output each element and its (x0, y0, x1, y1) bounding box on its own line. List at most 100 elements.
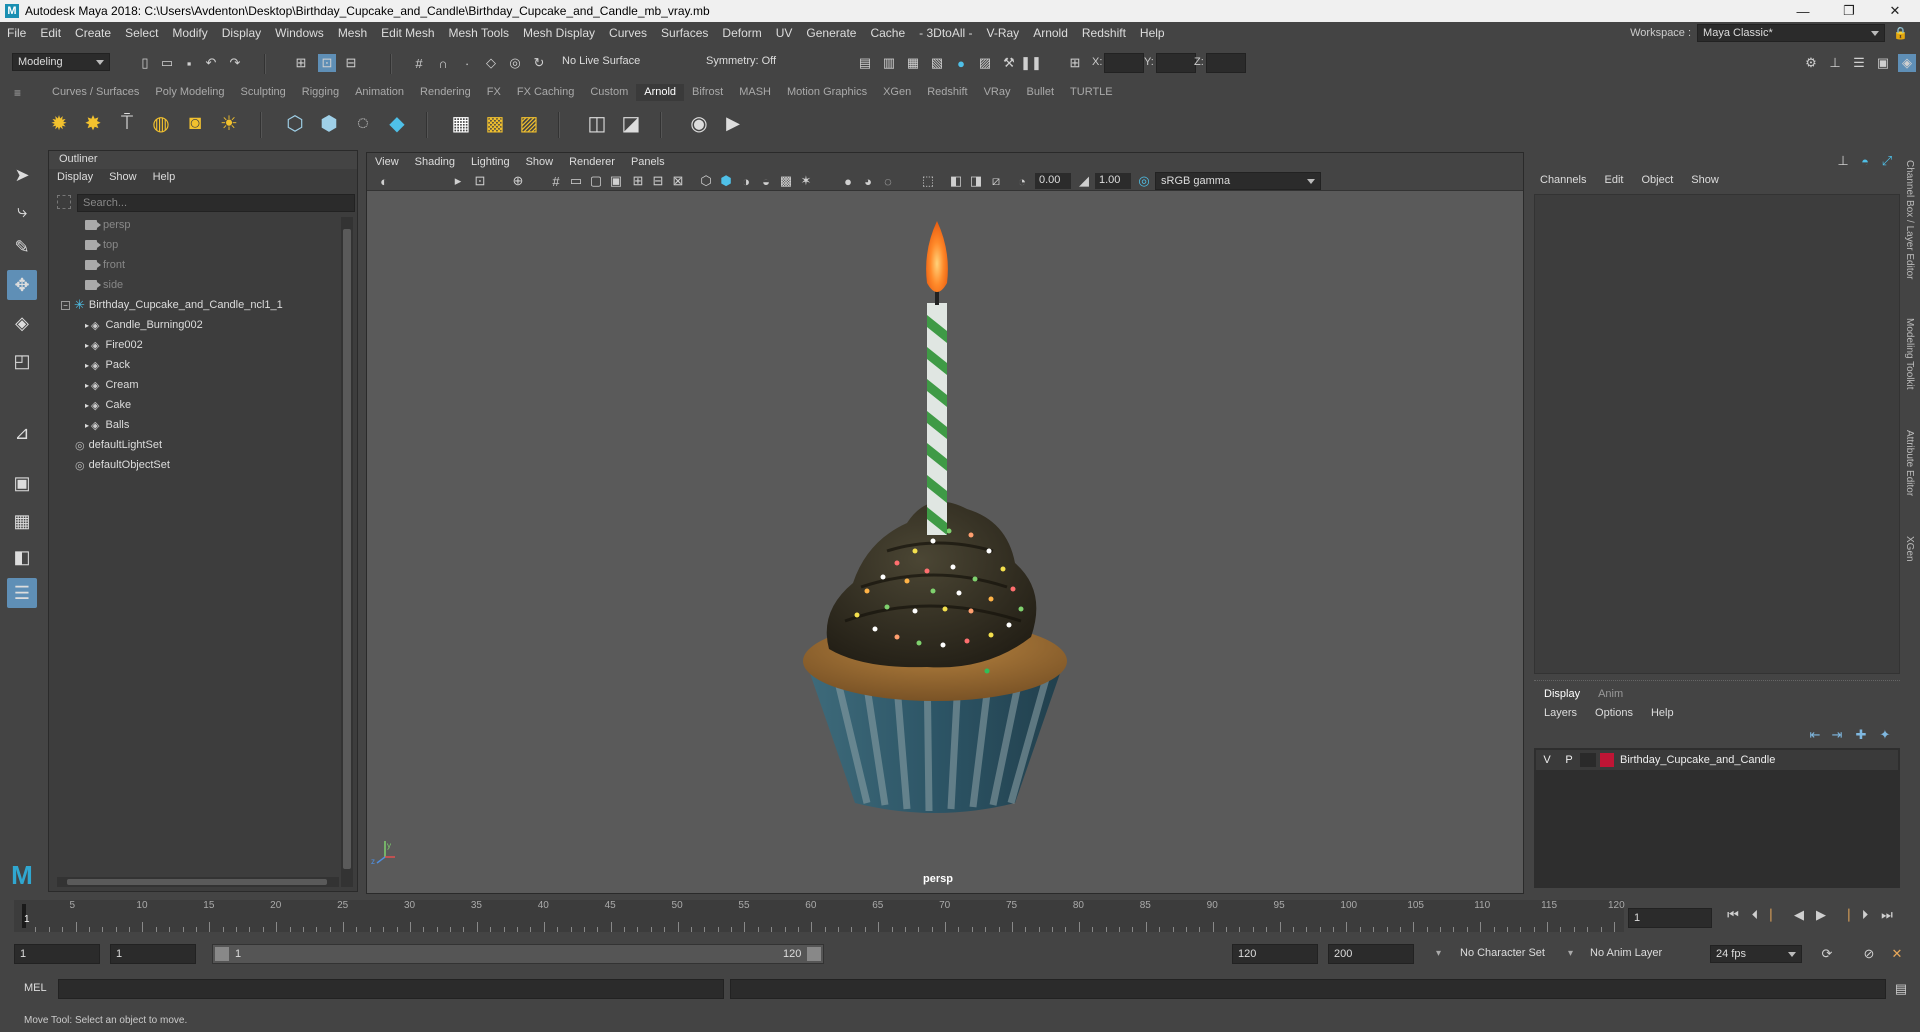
range-slider[interactable]: 1 120 (212, 944, 824, 964)
grid-icon[interactable]: # (547, 172, 565, 190)
cb-menu-show[interactable]: Show (1691, 174, 1719, 186)
live-surface-field[interactable]: No Live Surface (562, 55, 640, 67)
paint-select-tool-icon[interactable]: ✎ (7, 232, 37, 262)
motion-blur-icon[interactable]: ◕ (859, 172, 877, 190)
image-plane-icon[interactable]: ⊕ (509, 172, 527, 190)
exposure-field[interactable]: 0.00 (1035, 173, 1071, 189)
light-portal-icon[interactable]: ◙ (182, 110, 208, 136)
cb-menu-channels[interactable]: Channels (1540, 174, 1586, 186)
channel-box-icon-3[interactable]: ⤢ (1878, 152, 1896, 170)
menu-help[interactable]: Help (1133, 26, 1172, 40)
light-manager-icon[interactable]: ◫ (584, 110, 610, 136)
layer-menu-layers[interactable]: Layers (1544, 707, 1577, 719)
select-by-hierarchy-icon[interactable]: ⊞ (292, 54, 310, 72)
scene-start-field[interactable]: 1 (14, 944, 100, 964)
anti-aliasing-icon[interactable]: ◌ (879, 172, 897, 190)
outliner-item-side[interactable]: side (85, 275, 375, 295)
color-management-icon[interactable]: ◎ (1135, 172, 1153, 190)
select-by-component-icon[interactable]: ⊟ (342, 54, 360, 72)
y-field[interactable] (1156, 53, 1196, 73)
show-manipulator-icon[interactable]: ⊿ (7, 418, 37, 448)
wireframe-on-shaded-icon[interactable]: ◑ (737, 172, 755, 190)
safe-title-icon[interactable]: ⊠ (669, 172, 687, 190)
shelf-tab-bifrost[interactable]: Bifrost (684, 84, 731, 101)
fps-dropdown[interactable]: 24 fps (1710, 945, 1802, 963)
side-tab-attribute-editor[interactable]: Attribute Editor (1904, 430, 1915, 496)
outliner-item-cake[interactable]: ▸ ◈ Cake (85, 395, 375, 415)
outliner-item-candle[interactable]: ▸ ◈ Candle_Burning002 (85, 315, 375, 335)
menu-deform[interactable]: Deform (715, 26, 768, 40)
cb-menu-edit[interactable]: Edit (1604, 174, 1623, 186)
mesh-light-icon[interactable]: ✸ (80, 110, 106, 136)
gate-mask-icon[interactable]: ▣ (607, 172, 625, 190)
outliner-menu-show[interactable]: Show (109, 171, 137, 183)
menu-generate[interactable]: Generate (799, 26, 863, 40)
resolution-gate-icon[interactable]: ▢ (587, 172, 605, 190)
maximize-button[interactable]: ❐ (1826, 0, 1872, 22)
menu-edit[interactable]: Edit (33, 26, 68, 40)
isolate-select-icon[interactable]: ⬚ (919, 172, 937, 190)
layer-playback-toggle[interactable]: P (1558, 754, 1580, 766)
outliner-item-persp[interactable]: persp (85, 215, 375, 235)
shelf-tab-rendering[interactable]: Rendering (412, 84, 479, 101)
outliner-search-input[interactable]: Search... (77, 194, 355, 212)
outliner-item-top[interactable]: top (85, 235, 375, 255)
shelf-tab-redshift[interactable]: Redshift (919, 84, 975, 101)
shelf-tab-mash[interactable]: MASH (731, 84, 779, 101)
shelf-tab-custom[interactable]: Custom (582, 84, 636, 101)
attribute-editor-icon[interactable]: ⊥ (1826, 54, 1844, 72)
step-back-frame-icon[interactable]: ⎸ (1768, 906, 1786, 924)
shelf-tab-turtle[interactable]: TURTLE (1062, 84, 1121, 101)
menu-vray[interactable]: V-Ray (980, 26, 1027, 40)
render-view-arnold-icon[interactable]: ◉ (686, 110, 712, 136)
snap-to-curve-icon[interactable]: ∩ (434, 54, 452, 72)
layer-menu-options[interactable]: Options (1595, 707, 1633, 719)
ambient-occlusion-icon[interactable]: ● (839, 172, 857, 190)
shelf-tab-poly-modeling[interactable]: Poly Modeling (147, 84, 232, 101)
step-forward-key-icon[interactable]: ⏵ (1856, 906, 1874, 924)
vp-menu-shading[interactable]: Shading (407, 156, 463, 168)
render-current-frame-icon[interactable]: ▥ (880, 54, 898, 72)
gamma-field[interactable]: 1.00 (1095, 173, 1131, 189)
viewport-panel[interactable]: View Shading Lighting Show Renderer Pane… (366, 152, 1524, 894)
snap-to-point-icon[interactable]: ∙ (458, 54, 476, 72)
outliner-menu-help[interactable]: Help (153, 171, 176, 183)
area-light-icon[interactable]: ✹ (46, 110, 72, 136)
menu-modify[interactable]: Modify (165, 26, 214, 40)
menu-cache[interactable]: Cache (863, 26, 912, 40)
pause-render-icon[interactable]: ❚❚ (1020, 54, 1042, 72)
channel-box-icon[interactable]: ▣ (1874, 54, 1892, 72)
outliner-item-pack[interactable]: ▸ ◈ Pack (85, 355, 375, 375)
side-tab-xgen[interactable]: XGen (1904, 536, 1915, 562)
two-view-layout-icon[interactable]: ◧ (7, 542, 37, 572)
xray-components-icon[interactable]: ⧄ (987, 172, 1005, 190)
vp-menu-show[interactable]: Show (518, 156, 562, 168)
z-field[interactable] (1206, 53, 1246, 73)
redo-icon[interactable]: ↷ (226, 54, 244, 72)
animation-preferences-icon[interactable]: ✕ (1888, 945, 1906, 963)
playback-end-field[interactable]: 120 (1232, 944, 1318, 964)
menu-3dtoall[interactable]: - 3DtoAll - (912, 26, 979, 40)
flush-texture-cache-icon[interactable]: ▦ (448, 110, 474, 136)
photometric-light-icon[interactable]: ⍑ (114, 110, 140, 136)
time-slider[interactable]: 1 5 10 15 20 25 30 35 40 45 50 55 60 65 70 75 80 85 90 95 1… (14, 900, 1625, 932)
layer-display-type[interactable] (1580, 753, 1596, 767)
create-standin-icon[interactable]: ⬡ (282, 110, 308, 136)
lock-icon[interactable]: 🔒 (1893, 26, 1908, 40)
single-perspective-view-icon[interactable]: ▣ (7, 468, 37, 498)
new-layer-icon[interactable]: ✚ (1852, 726, 1870, 744)
select-camera-icon[interactable]: ◐ (375, 172, 393, 190)
workspace-dropdown[interactable]: Maya Classic* (1697, 24, 1886, 42)
menu-redshift[interactable]: Redshift (1075, 26, 1133, 40)
channel-box-icon-2[interactable]: ◓ (1856, 152, 1874, 170)
outliner-item-fire[interactable]: ▸ ◈ Fire002 (85, 335, 375, 355)
collapse-toggle-icon[interactable]: − (61, 300, 70, 310)
render-view-icon[interactable]: ▤ (856, 54, 874, 72)
outliner-item-default-light-set[interactable]: ◎ defaultLightSet (75, 435, 365, 455)
command-input[interactable] (58, 979, 724, 999)
vray-ipr-icon[interactable]: ⚒ (1000, 54, 1018, 72)
textured-icon[interactable]: ◒ (757, 172, 775, 190)
outliner-item-default-object-set[interactable]: ◎ defaultObjectSet (75, 455, 365, 475)
use-all-lights-icon[interactable]: ▩ (777, 172, 795, 190)
menu-mesh-display[interactable]: Mesh Display (516, 26, 602, 40)
